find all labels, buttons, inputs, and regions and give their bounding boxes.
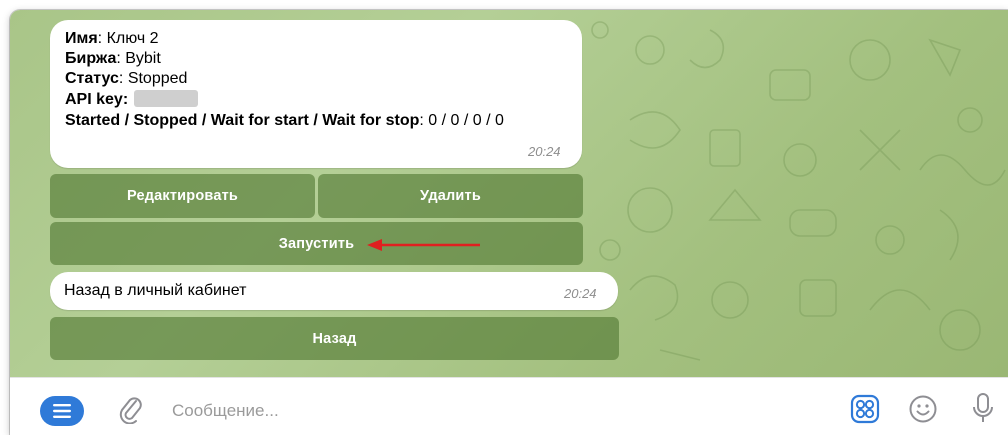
annotation-arrow — [367, 239, 480, 251]
chat-background: Имя: Ключ 2 Биржа: Bybit Статус: Stopped… — [10, 10, 1008, 377]
line-stats: Started / Stopped / Wait for start / Wai… — [65, 112, 504, 130]
message2-time: 20:24 — [564, 286, 597, 301]
paperclip-icon[interactable] — [118, 394, 144, 424]
stats-label: Started / Stopped / Wait for start / Wai… — [65, 112, 420, 129]
line-name: Имя: Ключ 2 — [65, 30, 159, 48]
back-button[interactable]: Назад — [50, 317, 619, 360]
message2-text: Назад в личный кабинет — [64, 282, 247, 299]
sticker-grid-icon[interactable] — [850, 394, 880, 424]
menu-button[interactable] — [40, 396, 84, 426]
exchange-value: : Bybit — [116, 50, 161, 67]
line-api-key: API key: — [65, 90, 199, 109]
line-exchange: Биржа: Bybit — [65, 50, 161, 68]
message-bubble-back-to-cabinet: Назад в личный кабинет 20:24 — [50, 272, 618, 310]
status-value: : Stopped — [118, 70, 188, 87]
message-composer: Сообщение... — [10, 377, 1008, 435]
message-time: 20:24 — [528, 144, 561, 159]
microphone-icon[interactable] — [972, 392, 994, 426]
name-value: : Ключ 2 — [97, 30, 159, 47]
emoji-icon[interactable] — [908, 394, 938, 424]
api-key-redacted — [134, 90, 199, 107]
message-input[interactable]: Сообщение... — [172, 401, 279, 421]
start-button[interactable]: Запустить — [50, 222, 583, 265]
name-label: Имя — [65, 30, 98, 47]
api-key-label: API key: — [65, 91, 129, 108]
exchange-label: Биржа — [65, 50, 117, 67]
edit-button[interactable]: Редактировать — [50, 174, 315, 218]
line-status: Статус: Stopped — [65, 70, 187, 88]
stats-value: : 0 / 0 / 0 / 0 — [419, 112, 504, 129]
message-bubble-key-info: Имя: Ключ 2 Биржа: Bybit Статус: Stopped… — [50, 20, 582, 168]
delete-button[interactable]: Удалить — [318, 174, 583, 218]
telegram-window: Имя: Ключ 2 Биржа: Bybit Статус: Stopped… — [10, 10, 1008, 435]
status-label: Статус — [65, 70, 119, 87]
menu-icon — [53, 404, 71, 418]
